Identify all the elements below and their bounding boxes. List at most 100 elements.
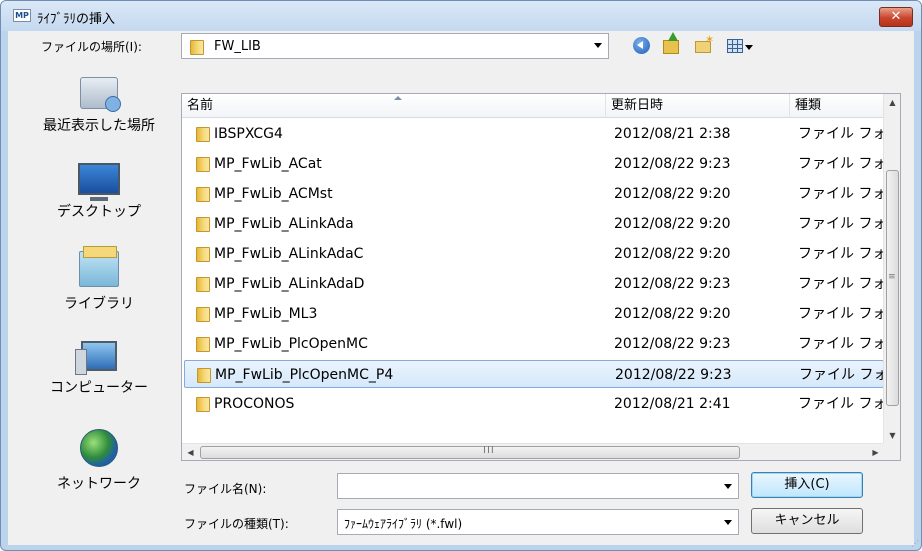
file-type-label: ファイルの種類(T): [184,517,289,531]
new-folder-icon [695,33,714,53]
file-row[interactable]: MP_FwLib_ACMst 2012/08/22 9:20 ファイル フォルダ… [184,180,884,208]
scroll-right-icon[interactable]: ▶ [867,444,884,461]
look-in-label: ファイルの場所(I): [41,40,142,54]
scroll-corner [883,443,900,460]
dropdown-arrow-icon[interactable] [724,484,732,489]
folder-icon [196,307,210,322]
window-title: ﾗｲﾌﾞﾗﾘの挿入 [37,12,116,27]
file-type-select[interactable]: ﾌｧｰﾑｳｪｱﾗｲﾌﾞﾗﾘ (*.fwl) [337,509,739,535]
column-header: 名前 更新日時 種類 [182,94,884,118]
scroll-left-icon[interactable]: ◀ [182,444,199,461]
file-date: 2012/08/22 9:23 [615,367,732,383]
file-type: ファイル フォルダー [799,367,884,383]
insert-button[interactable]: 挿入(C) [751,472,863,498]
file-name: MP_FwLib_ACMst [214,186,333,202]
cancel-button[interactable]: キャンセル [751,508,863,534]
file-name-input[interactable] [337,473,739,499]
file-type: ファイル フォルダー [798,126,884,142]
file-type: ファイル フォルダー [798,396,884,412]
file-row-selected[interactable]: MP_FwLib_PlcOpenMC_P4 2012/08/22 9:23 ファ… [184,360,884,388]
title-bar[interactable]: MP ﾗｲﾌﾞﾗﾘの挿入 ✕ [1,1,921,31]
file-name: MP_FwLib_ALinkAdaC [214,246,364,262]
places-bar: 最近表示した場所 デスクトップ ライブラリ コンピューター ネットワーク [17,63,181,537]
insert-library-dialog: MP ﾗｲﾌﾞﾗﾘの挿入 ✕ ファイルの場所(I): FW_LIB 最近表示した… [0,0,922,551]
file-name: MP_FwLib_PlcOpenMC [214,336,368,352]
up-folder-icon [663,32,679,54]
folder-icon [196,277,210,292]
new-folder-button[interactable] [695,33,717,57]
file-name: MP_FwLib_ACat [214,156,322,172]
file-date: 2012/08/21 2:38 [614,126,731,142]
scroll-down-icon[interactable]: ▼ [884,427,901,444]
view-grid-icon [727,39,743,53]
file-name: MP_FwLib_PlcOpenMC_P4 [215,367,394,383]
resize-grip-icon[interactable]: ⋰ [911,539,919,548]
up-one-level-button[interactable] [663,32,685,57]
file-row[interactable]: MP_FwLib_ACat 2012/08/22 9:23 ファイル フォルダー [184,150,884,178]
file-row[interactable]: IBSPXCG4 2012/08/21 2:38 ファイル フォルダー [184,120,884,148]
place-network[interactable]: ネットワーク [17,429,181,493]
folder-icon [196,247,210,262]
place-label: ライブラリ [64,296,134,312]
recent-places-icon [80,77,121,112]
file-type: ファイル フォルダー [798,156,884,172]
file-type: ファイル フォルダー [798,276,884,292]
file-row[interactable]: MP_FwLib_ALinkAda 2012/08/22 9:20 ファイル フ… [184,210,884,238]
file-type: ファイル フォルダー [798,186,884,202]
file-date: 2012/08/22 9:20 [614,186,731,202]
vertical-scrollbar[interactable]: ▲ ≡ ▼ [883,94,900,444]
folder-icon [196,397,210,412]
file-list-view[interactable]: 名前 更新日時 種類 IBSPXCG4 2012/08/21 2:38 ファイル… [181,93,901,461]
back-arrow-icon [633,37,650,54]
dropdown-arrow-icon[interactable] [724,520,732,525]
file-type: ファイル フォルダー [798,246,884,262]
file-type: ファイル フォルダー [798,336,884,352]
close-button[interactable]: ✕ [879,7,913,27]
sort-ascending-icon [394,96,402,100]
file-name: PROCONOS [214,396,295,412]
place-label: コンピューター [50,380,148,396]
file-date: 2012/08/22 9:23 [614,276,731,292]
place-computer[interactable]: コンピューター [17,341,181,397]
column-date-header[interactable]: 更新日時 [606,94,790,118]
back-button[interactable] [633,35,655,57]
file-type: ファイル フォルダー [798,306,884,322]
column-type-header[interactable]: 種類 [790,94,884,118]
vertical-scroll-thumb[interactable] [886,170,899,406]
place-recent[interactable]: 最近表示した場所 [17,77,181,135]
place-label: デスクトップ [57,204,141,220]
file-row[interactable]: MP_FwLib_PlcOpenMC 2012/08/22 9:23 ファイル … [184,330,884,358]
file-row[interactable]: MP_FwLib_ALinkAdaD 2012/08/22 9:23 ファイル … [184,270,884,298]
file-date: 2012/08/22 9:20 [614,246,731,262]
view-menu-button[interactable] [727,35,761,57]
horizontal-scroll-thumb[interactable]: III [200,445,740,459]
desktop-icon [78,163,120,201]
folder-icon [197,368,211,383]
scroll-up-icon[interactable]: ▲ [884,94,901,111]
computer-icon [75,341,117,375]
scroll-grip-icon: ≡ [888,272,896,282]
file-row[interactable]: PROCONOS 2012/08/21 2:41 ファイル フォルダー [184,390,884,418]
place-label: 最近表示した場所 [43,118,155,134]
file-name: MP_FwLib_ALinkAdaD [214,276,365,292]
look-in-combobox[interactable]: FW_LIB [181,33,609,59]
file-name: MP_FwLib_ML3 [214,306,318,322]
file-name: IBSPXCG4 [214,126,283,142]
scroll-grip-icon: III [483,445,495,456]
folder-icon [196,127,210,142]
app-icon: MP [13,9,31,22]
dropdown-arrow-icon[interactable] [594,43,602,48]
file-date: 2012/08/22 9:23 [614,156,731,172]
folder-icon [196,157,210,172]
look-in-value: FW_LIB [214,39,261,54]
horizontal-scrollbar[interactable]: ◀ III ▶ [182,443,884,460]
place-desktop[interactable]: デスクトップ [17,163,181,221]
file-name-label: ファイル名(N): [184,482,267,496]
folder-icon [196,217,210,232]
file-row[interactable]: MP_FwLib_ML3 2012/08/22 9:20 ファイル フォルダー [184,300,884,328]
folder-icon [190,40,204,55]
file-type: ファイル フォルダー [798,216,884,232]
file-row[interactable]: MP_FwLib_ALinkAdaC 2012/08/22 9:20 ファイル … [184,240,884,268]
file-type-value: ﾌｧｰﾑｳｪｱﾗｲﾌﾞﾗﾘ (*.fwl) [344,517,463,531]
place-libraries[interactable]: ライブラリ [17,246,181,313]
